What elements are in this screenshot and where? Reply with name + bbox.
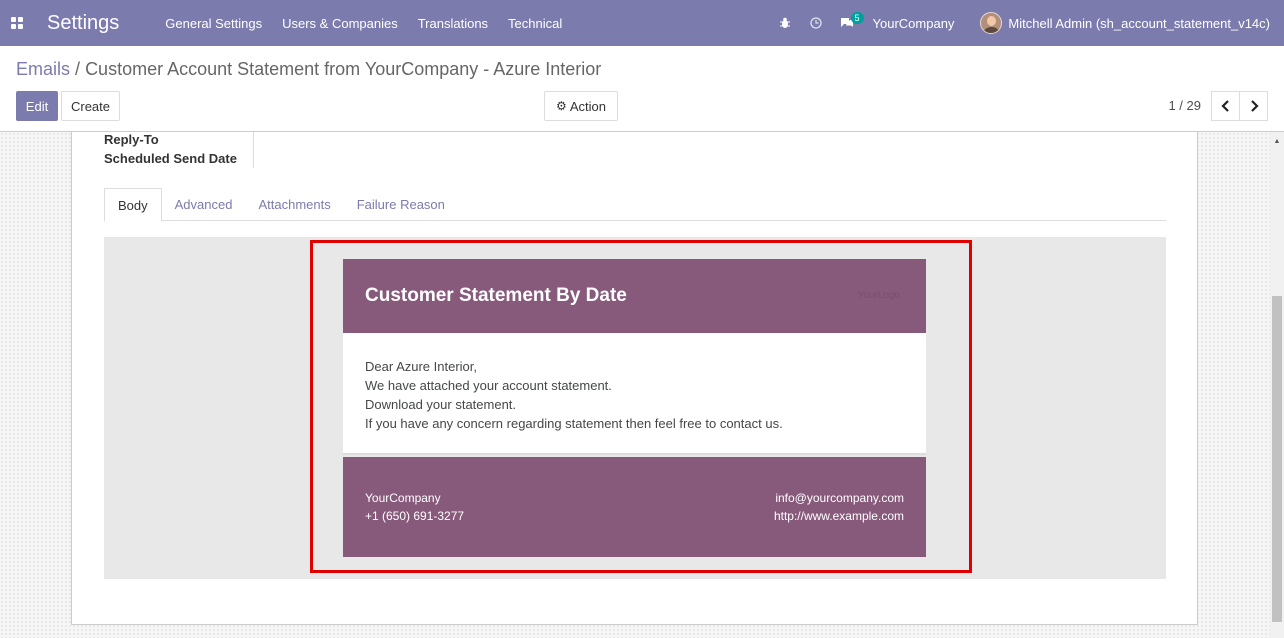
email-header: Customer Statement By Date YourLogo bbox=[343, 259, 926, 333]
action-button[interactable]: ⚙ Action bbox=[544, 91, 618, 121]
field-labels: Reply-To Scheduled Send Date bbox=[104, 132, 254, 168]
menu-technical[interactable]: Technical bbox=[508, 16, 562, 31]
menu-translations[interactable]: Translations bbox=[418, 16, 488, 31]
email-line: We have attached your account statement. bbox=[365, 378, 612, 393]
gear-icon: ⚙ bbox=[556, 99, 567, 113]
email-body-preview: Customer Statement By Date YourLogo Dear… bbox=[104, 237, 1166, 579]
activity-clock-icon[interactable] bbox=[805, 0, 827, 46]
breadcrumb-current: Customer Account Statement from YourComp… bbox=[85, 59, 602, 79]
top-navbar: Settings General Settings Users & Compan… bbox=[0, 0, 1284, 46]
action-label: Action bbox=[569, 98, 606, 114]
email-footer: YourCompany +1 (650) 691-3277 info@yourc… bbox=[343, 457, 926, 557]
label-scheduled-send-date: Scheduled Send Date bbox=[104, 151, 237, 166]
form-view-area: Reply-To Scheduled Send Date Body Advanc… bbox=[0, 132, 1284, 638]
user-avatar[interactable] bbox=[980, 12, 1003, 34]
menu-general-settings[interactable]: General Settings bbox=[165, 16, 262, 31]
messages-count-badge: 5 bbox=[850, 12, 864, 24]
tab-attachments[interactable]: Attachments bbox=[245, 188, 343, 221]
notebook-tabs: Body Advanced Attachments Failure Reason bbox=[104, 188, 1166, 222]
messages-chat-icon[interactable]: 5 bbox=[836, 0, 864, 46]
email-line: Download your statement. bbox=[365, 397, 517, 412]
email-content: Dear Azure Interior, We have attached yo… bbox=[343, 333, 926, 455]
main-menu: General Settings Users & Companies Trans… bbox=[165, 16, 582, 31]
create-button[interactable]: Create bbox=[61, 91, 120, 121]
email-title: Customer Statement By Date bbox=[365, 285, 627, 306]
edit-button[interactable]: Edit bbox=[16, 91, 58, 121]
label-reply-to: Reply-To bbox=[104, 132, 159, 147]
footer-company-info: YourCompany +1 (650) 691-3277 bbox=[365, 489, 464, 525]
email-line: If you have any concern regarding statem… bbox=[365, 416, 783, 431]
form-sheet: Reply-To Scheduled Send Date Body Advanc… bbox=[71, 132, 1198, 625]
tab-advanced[interactable]: Advanced bbox=[162, 188, 246, 221]
pager-next-button[interactable] bbox=[1239, 91, 1268, 121]
pager-previous-button[interactable] bbox=[1211, 91, 1240, 121]
footer-contact-info: info@yourcompany.com http://www.example.… bbox=[774, 489, 904, 525]
footer-website-link[interactable]: http://www.example.com bbox=[774, 507, 904, 525]
user-menu[interactable]: Mitchell Admin (sh_account_statement_v14… bbox=[1008, 16, 1270, 31]
app-title[interactable]: Settings bbox=[47, 12, 119, 35]
footer-phone: +1 (650) 691-3277 bbox=[365, 509, 465, 523]
breadcrumb: Emails / Customer Account Statement from… bbox=[16, 59, 601, 80]
chevron-left-icon bbox=[1220, 100, 1229, 112]
footer-company-name: YourCompany bbox=[365, 491, 441, 505]
pager-value[interactable]: 1 / 29 bbox=[1168, 98, 1201, 113]
debug-bug-icon[interactable] bbox=[774, 0, 796, 46]
menu-users-companies[interactable]: Users & Companies bbox=[282, 16, 398, 31]
systray: 5 YourCompany Mitchell Admin (sh_account… bbox=[774, 0, 1284, 46]
tab-failure-reason[interactable]: Failure Reason bbox=[344, 188, 458, 221]
breadcrumb-emails-link[interactable]: Emails bbox=[16, 59, 70, 79]
tab-body[interactable]: Body bbox=[104, 188, 162, 222]
email-greeting: Dear Azure Interior, bbox=[365, 359, 477, 374]
chevron-right-icon bbox=[1250, 100, 1259, 112]
footer-email-link[interactable]: info@yourcompany.com bbox=[774, 489, 904, 507]
control-panel: Emails / Customer Account Statement from… bbox=[0, 46, 1284, 132]
apps-menu-icon[interactable] bbox=[11, 17, 23, 29]
company-switcher[interactable]: YourCompany bbox=[873, 16, 955, 31]
scroll-up-arrow-icon[interactable]: ▲ bbox=[1270, 132, 1284, 150]
company-logo: YourLogo bbox=[857, 290, 900, 301]
breadcrumb-separator: / bbox=[75, 59, 81, 79]
scrollbar-thumb[interactable] bbox=[1272, 296, 1282, 622]
